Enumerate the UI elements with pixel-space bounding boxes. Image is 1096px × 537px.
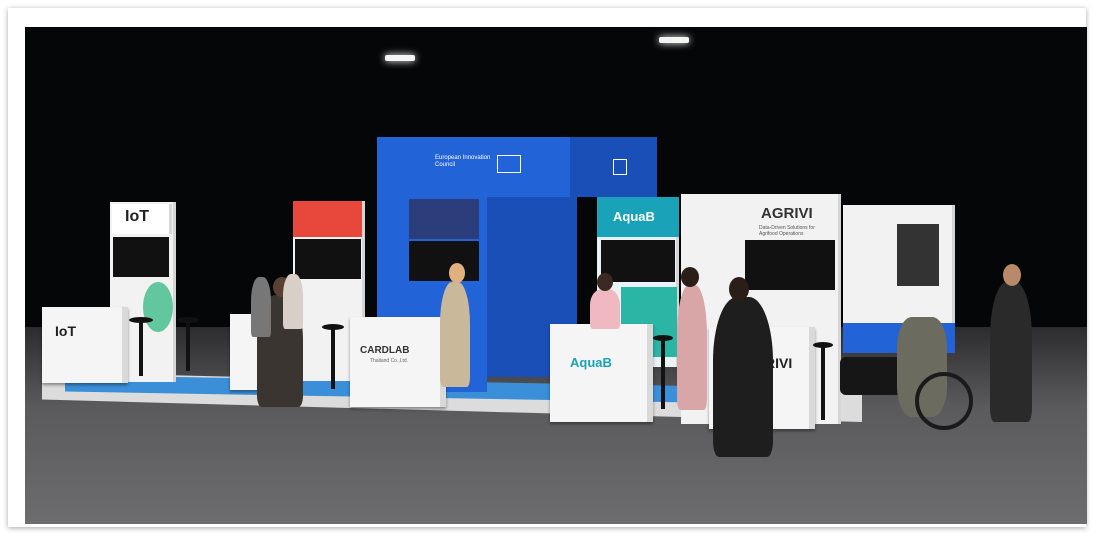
bar-stool [331, 327, 335, 389]
exhibitor-person [590, 289, 620, 329]
bar-stool [821, 345, 825, 420]
ceiling-light [385, 55, 415, 61]
iot-graphic [143, 282, 173, 332]
visitor-person [713, 297, 773, 457]
aquab-screen [601, 240, 675, 282]
visitor-person [283, 274, 303, 329]
aquab-counter-label: AquaB [570, 355, 612, 370]
iot-counter [42, 307, 128, 383]
exhibitor-head [449, 263, 465, 283]
visitor-person [990, 282, 1032, 422]
booth-render-scene: IoT European Innovation Council AquaB AG… [25, 27, 1087, 524]
aquab-counter [550, 324, 653, 422]
partner-sign-header [293, 201, 365, 237]
aquab-sign: AquaB [613, 209, 655, 224]
eic-banner: European Innovation Council [435, 155, 491, 168]
right-booth-screen [897, 224, 939, 286]
exhibitor-head [597, 273, 613, 291]
eu-flag-icon [613, 159, 627, 175]
partner-screen [295, 239, 361, 279]
cardlab-sub: Thailand Co.,Ltd. [370, 358, 409, 364]
visitor-head [681, 267, 699, 287]
cardlab-name: CARDLAB [360, 345, 410, 356]
bar-stool [186, 321, 190, 371]
agrivi-tagline: Data-Driven Solutions for Agrifood Opera… [759, 225, 815, 237]
iot-sign: IoT [125, 208, 149, 225]
ceiling-light [659, 37, 689, 43]
agrivi-screen [745, 240, 835, 290]
eu-flag-icon [497, 155, 521, 173]
iot-counter-label: IoT [55, 323, 76, 339]
iot-screen [113, 237, 169, 277]
bar-stool [139, 321, 143, 376]
eic-screen [409, 199, 479, 239]
visitor-head [1003, 264, 1021, 286]
agrivi-name: AGRIVI [761, 205, 813, 222]
visitor-person [251, 277, 271, 337]
bar-stool [661, 339, 665, 409]
wheelchair [915, 372, 973, 430]
eic-screen-lower [409, 241, 479, 281]
exhibitor-person [440, 282, 470, 387]
visitor-person [677, 285, 707, 410]
visitor-head [729, 277, 749, 301]
